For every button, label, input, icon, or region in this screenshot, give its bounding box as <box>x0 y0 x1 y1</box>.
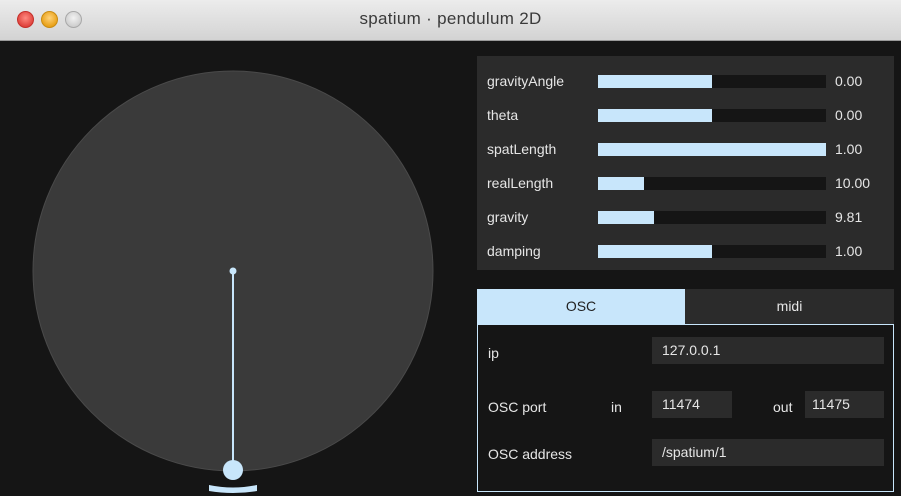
slider-label: gravityAngle <box>487 73 565 89</box>
osc-port-label: OSC port <box>488 399 547 415</box>
tab-bar: OSC midi <box>477 289 894 324</box>
slider-track[interactable] <box>598 143 826 156</box>
slider-track[interactable] <box>598 211 826 224</box>
slider-gravity-angle[interactable]: gravityAngle 0.00 <box>477 66 894 96</box>
slider-value: 0.00 <box>835 107 863 123</box>
slider-theta[interactable]: theta 0.00 <box>477 100 894 130</box>
in-port-label: in <box>611 399 622 415</box>
pendulum-view[interactable] <box>0 41 470 496</box>
ip-field[interactable]: 127.0.0.1 <box>652 337 884 364</box>
slider-track[interactable] <box>598 245 826 258</box>
osc-address-field[interactable]: /spatium/1 <box>652 439 884 466</box>
slider-label: damping <box>487 243 541 259</box>
slider-track[interactable] <box>598 177 826 190</box>
slider-gravity[interactable]: gravity 9.81 <box>477 202 894 232</box>
out-port-label: out <box>773 399 793 415</box>
slider-fill <box>598 177 644 190</box>
slider-track[interactable] <box>598 109 826 122</box>
out-port-field[interactable]: 11475 <box>805 391 884 418</box>
pendulum-bob[interactable] <box>223 460 243 480</box>
pendulum-base-arc <box>209 485 257 493</box>
slider-value: 0.00 <box>835 73 863 89</box>
slider-fill <box>598 211 654 224</box>
slider-value: 1.00 <box>835 141 863 157</box>
parameters-panel: gravityAngle 0.00 theta 0.00 spatLength … <box>477 56 894 270</box>
slider-label: realLength <box>487 175 554 191</box>
app-window: spatium · pendulum 2D gravityAngle 0.00 … <box>0 0 901 496</box>
pendulum-pivot[interactable] <box>229 267 237 275</box>
osc-address-label: OSC address <box>488 446 573 462</box>
slider-real-length[interactable]: realLength 10.00 <box>477 168 894 198</box>
slider-label: spatLength <box>487 141 557 157</box>
tab-osc[interactable]: OSC <box>477 289 685 324</box>
slider-fill <box>598 143 826 156</box>
slider-fill <box>598 75 712 88</box>
slider-label: theta <box>487 107 519 123</box>
slider-spat-length[interactable]: spatLength 1.00 <box>477 134 894 164</box>
slider-fill <box>598 245 712 258</box>
in-port-field[interactable]: 11474 <box>652 391 732 418</box>
slider-value: 10.00 <box>835 175 871 191</box>
ip-label: ip <box>488 345 499 361</box>
title-bar[interactable]: spatium · pendulum 2D <box>0 0 901 41</box>
slider-label: gravity <box>487 209 529 225</box>
window-title: spatium · pendulum 2D <box>359 9 542 28</box>
tab-midi[interactable]: midi <box>685 289 894 324</box>
slider-damping[interactable]: damping 1.00 <box>477 236 894 266</box>
slider-track[interactable] <box>598 75 826 88</box>
slider-fill <box>598 109 712 122</box>
slider-value: 9.81 <box>835 209 863 225</box>
slider-value: 1.00 <box>835 243 863 259</box>
osc-settings-panel: ip 127.0.0.1 OSC port in 11474 out 11475… <box>477 324 894 492</box>
